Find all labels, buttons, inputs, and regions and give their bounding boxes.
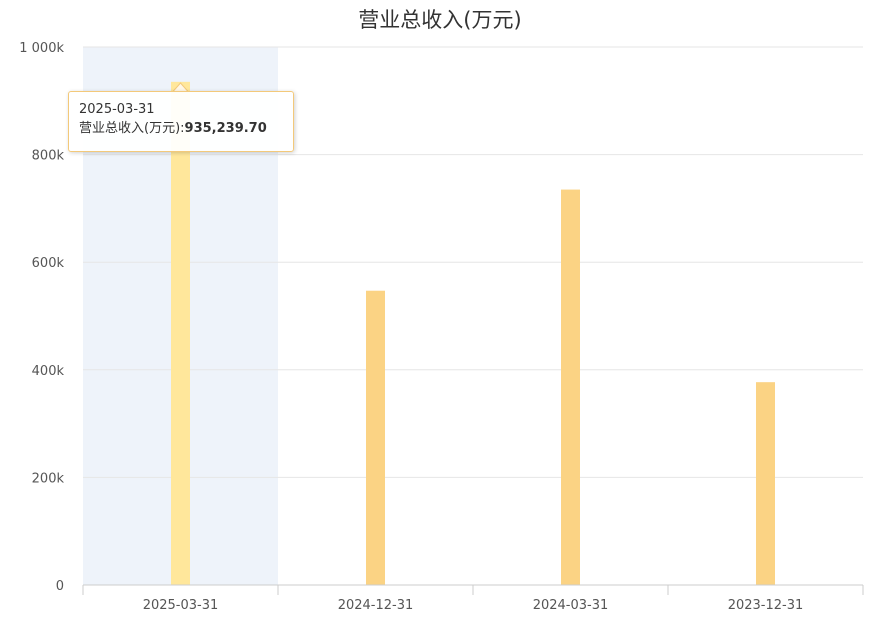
x-tick-label: 2024-03-31 <box>533 598 609 613</box>
y-tick-label: 600k <box>32 256 65 271</box>
x-axis-labels: 2025-03-31 2024-12-31 2024-03-31 2023-12-31 <box>143 598 804 613</box>
bar[interactable] <box>366 290 385 585</box>
x-tick-label: 2025-03-31 <box>143 598 219 613</box>
y-tick-label: 200k <box>32 471 65 486</box>
tooltip-row: 营业总收入(万元):935,239.70 <box>79 119 283 138</box>
x-axis-ticks <box>82 585 864 595</box>
y-axis-labels: 0 200k 400k 600k 800k 1 000k <box>19 41 64 594</box>
x-tick-label: 2024-12-31 <box>338 598 414 613</box>
bar[interactable] <box>561 189 580 585</box>
y-tick-label: 0 <box>56 579 64 594</box>
bar[interactable] <box>171 81 190 586</box>
tooltip: 2025-03-31 营业总收入(万元):935,239.70 <box>68 91 294 152</box>
chart-title: 营业总收入(万元) <box>358 8 521 32</box>
bar[interactable] <box>756 382 775 585</box>
tooltip-value: 935,239.70 <box>184 121 267 136</box>
x-tick-label: 2023-12-31 <box>728 598 804 613</box>
y-tick-label: 1 000k <box>19 41 64 56</box>
y-tick-label: 400k <box>32 364 65 379</box>
y-tick-label: 800k <box>32 149 65 164</box>
tooltip-label: 营业总收入(万元): <box>79 121 185 136</box>
tooltip-date: 2025-03-31 <box>79 102 155 117</box>
